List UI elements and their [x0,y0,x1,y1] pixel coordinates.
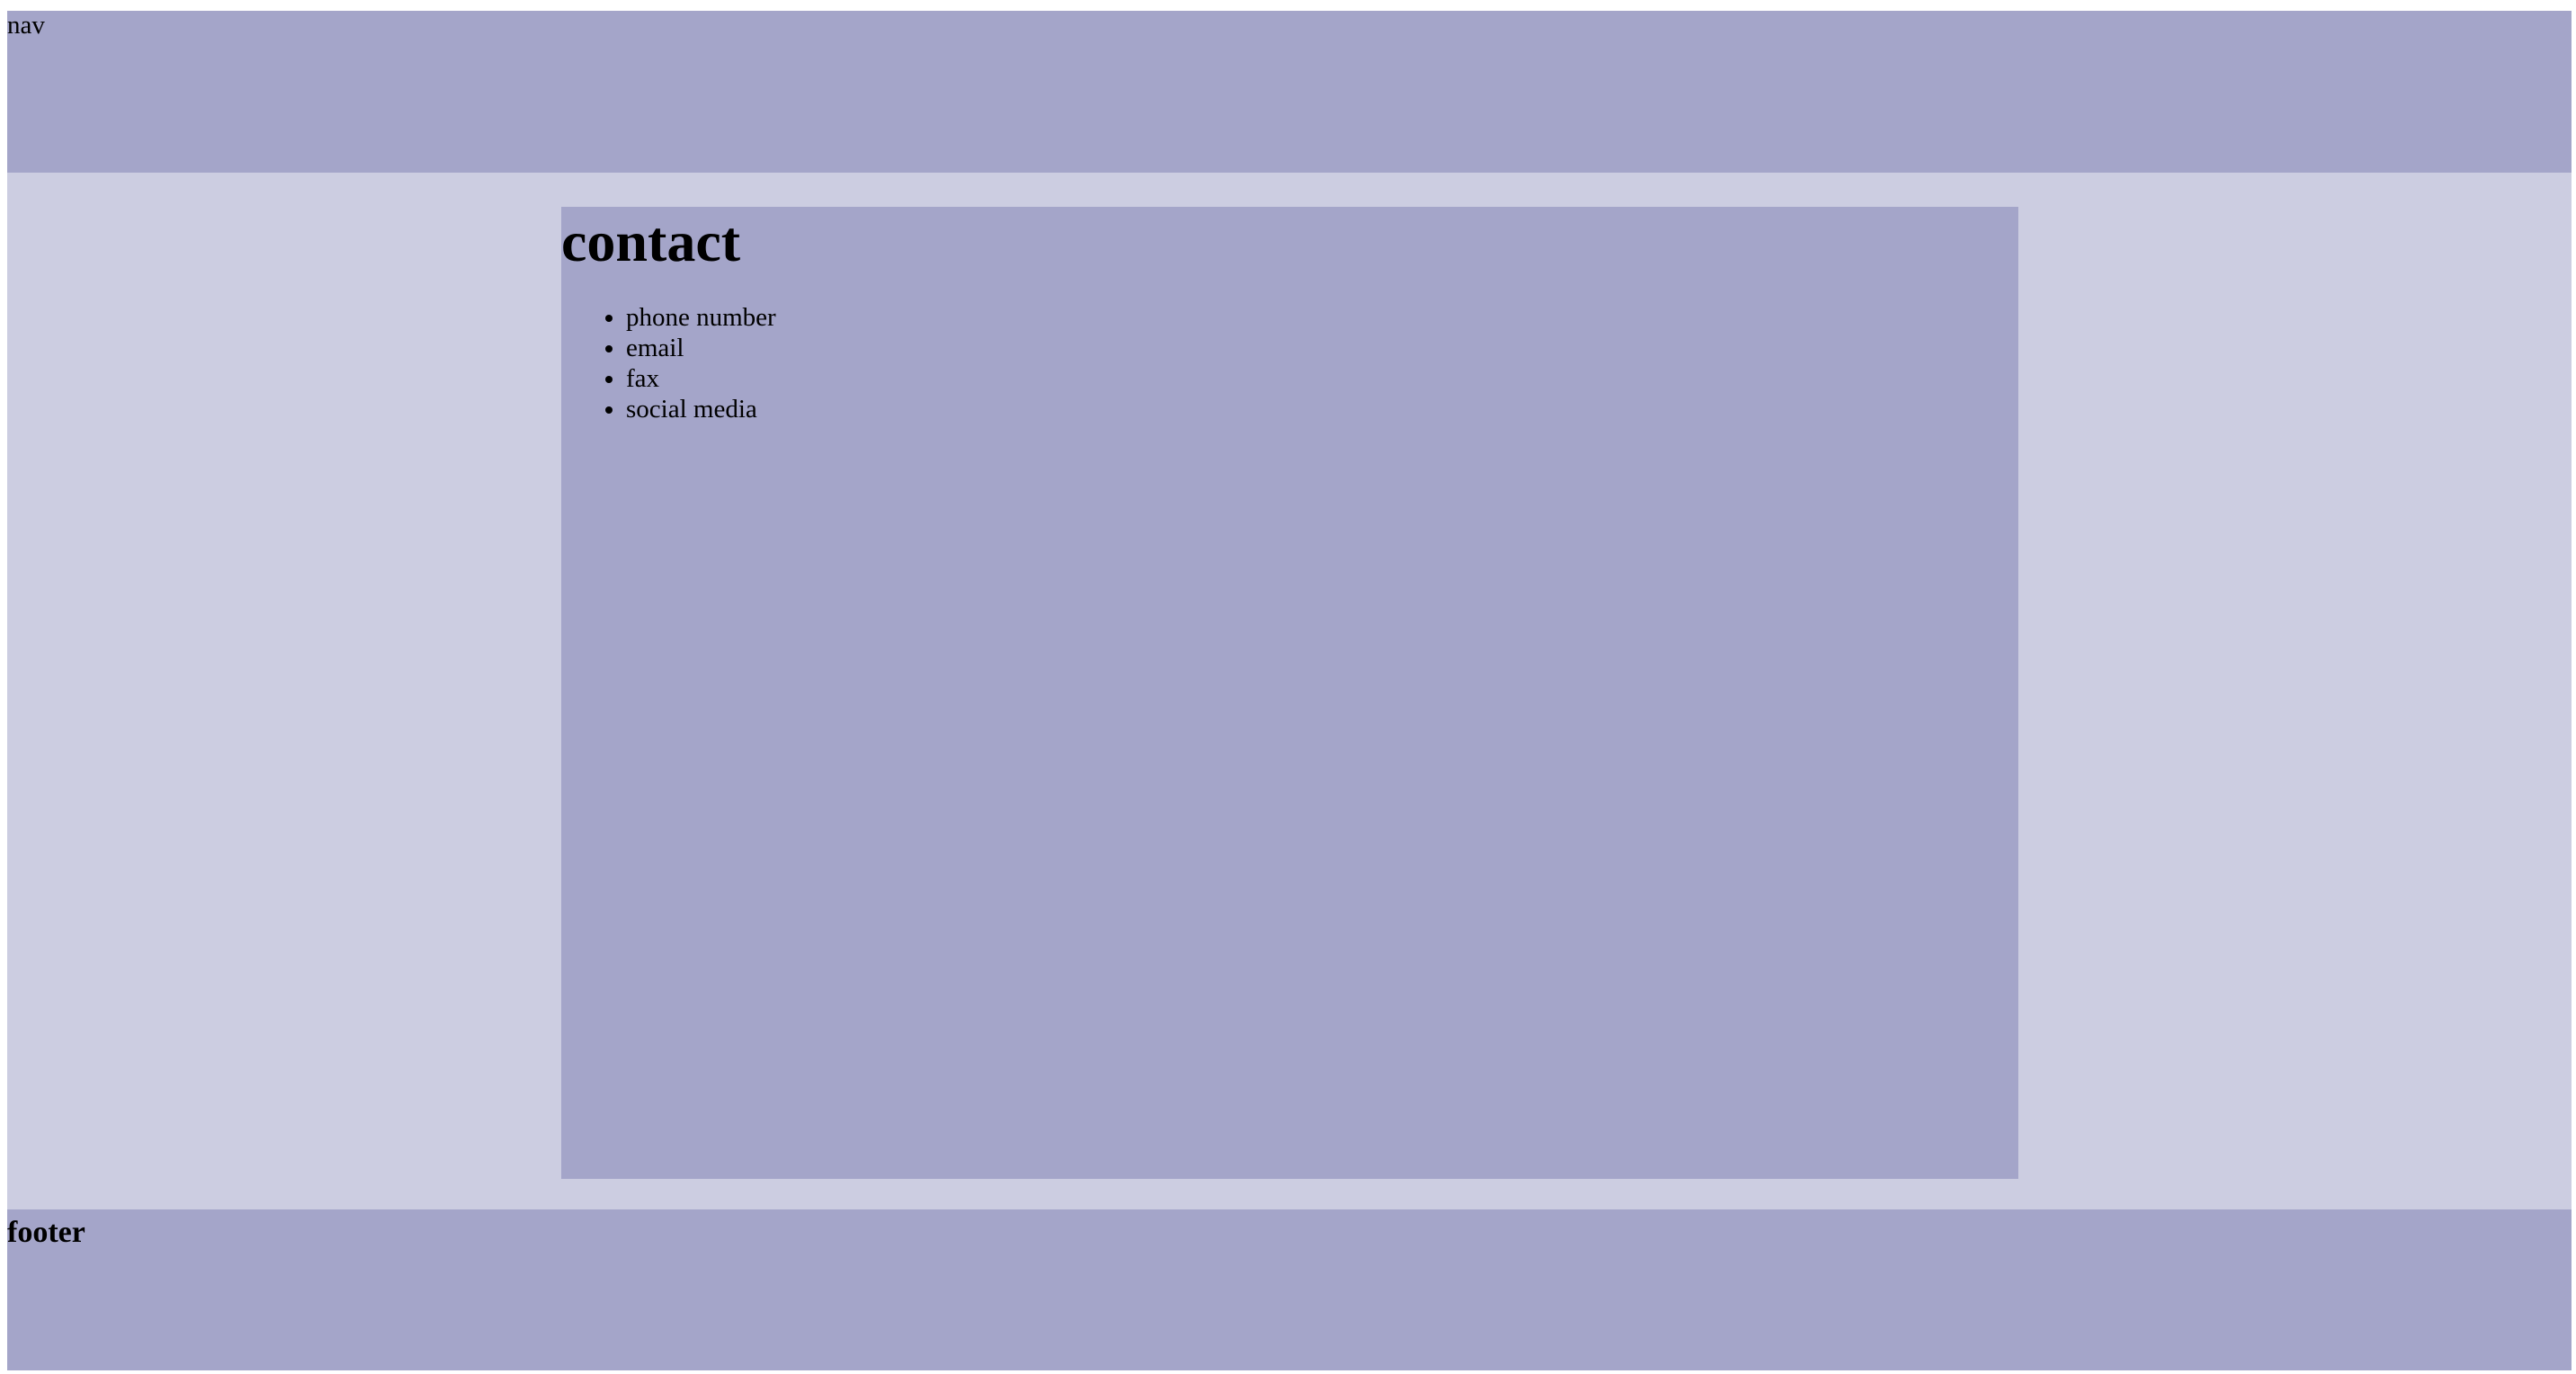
footer-heading: footer [7,1216,85,1249]
contact-heading: contact [561,210,741,273]
list-item: email [626,333,776,363]
page-background: nav contact phone number email fax socia… [7,11,2572,1370]
list-item: fax [626,363,776,394]
list-item: social media [626,394,776,424]
nav-bar: nav [7,11,2572,173]
contact-panel: contact phone number email fax social me… [561,207,2018,1179]
footer: footer [7,1209,2572,1370]
list-item: phone number [626,302,776,333]
contact-list: phone number email fax social media [561,302,776,424]
nav-label: nav [7,11,45,40]
